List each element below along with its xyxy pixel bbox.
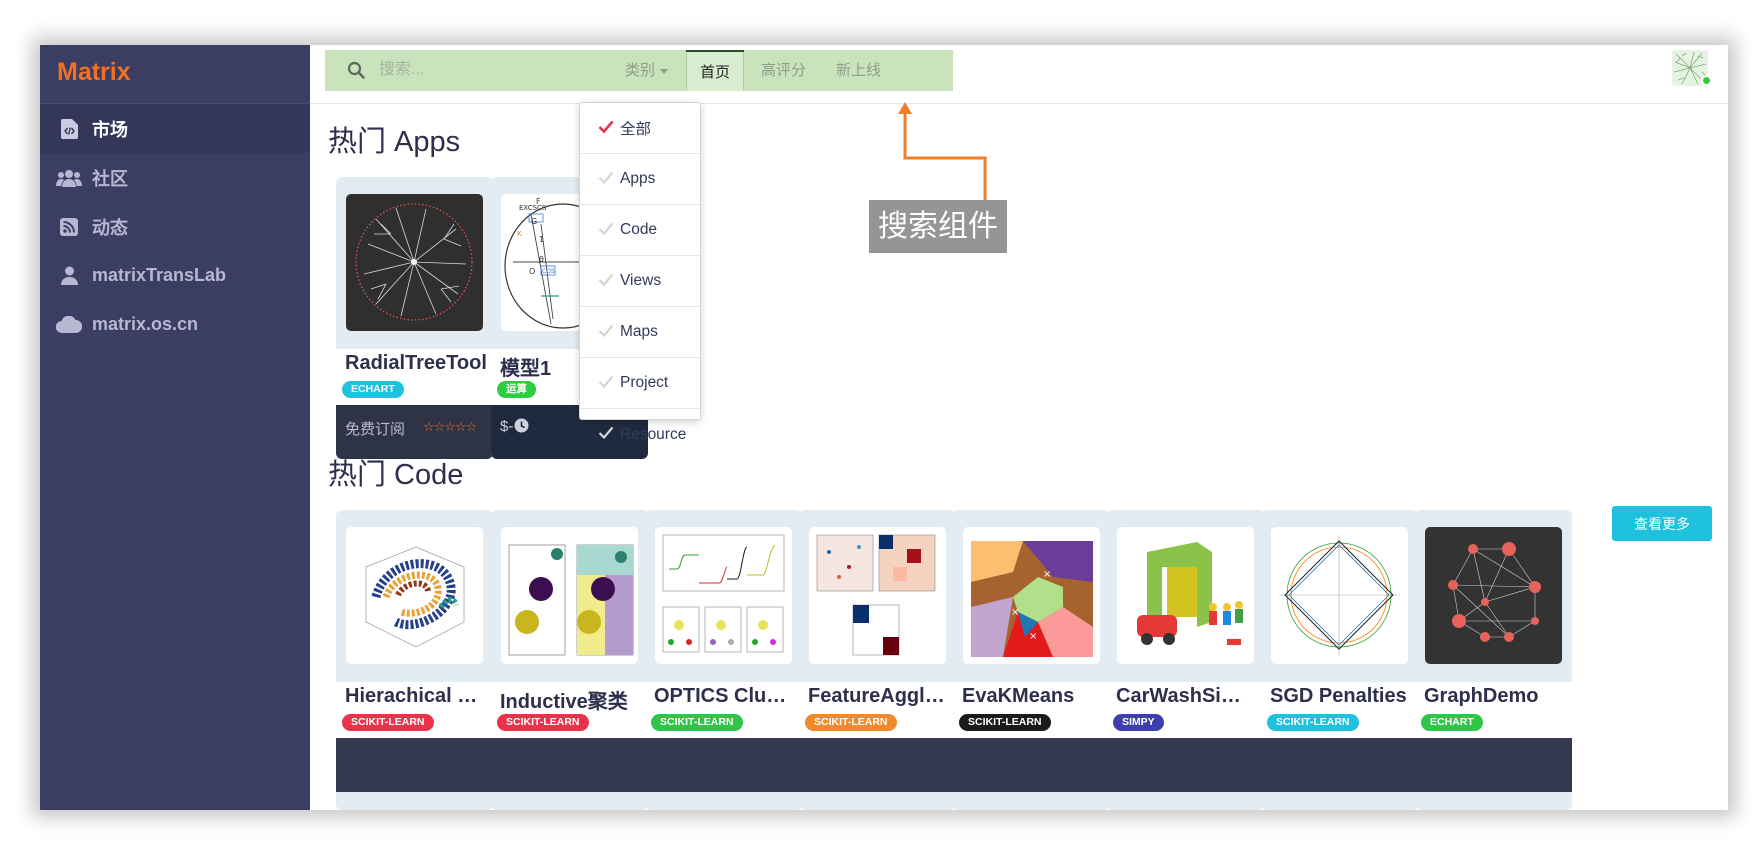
annotation-label: 搜索组件 [869, 200, 1007, 253]
